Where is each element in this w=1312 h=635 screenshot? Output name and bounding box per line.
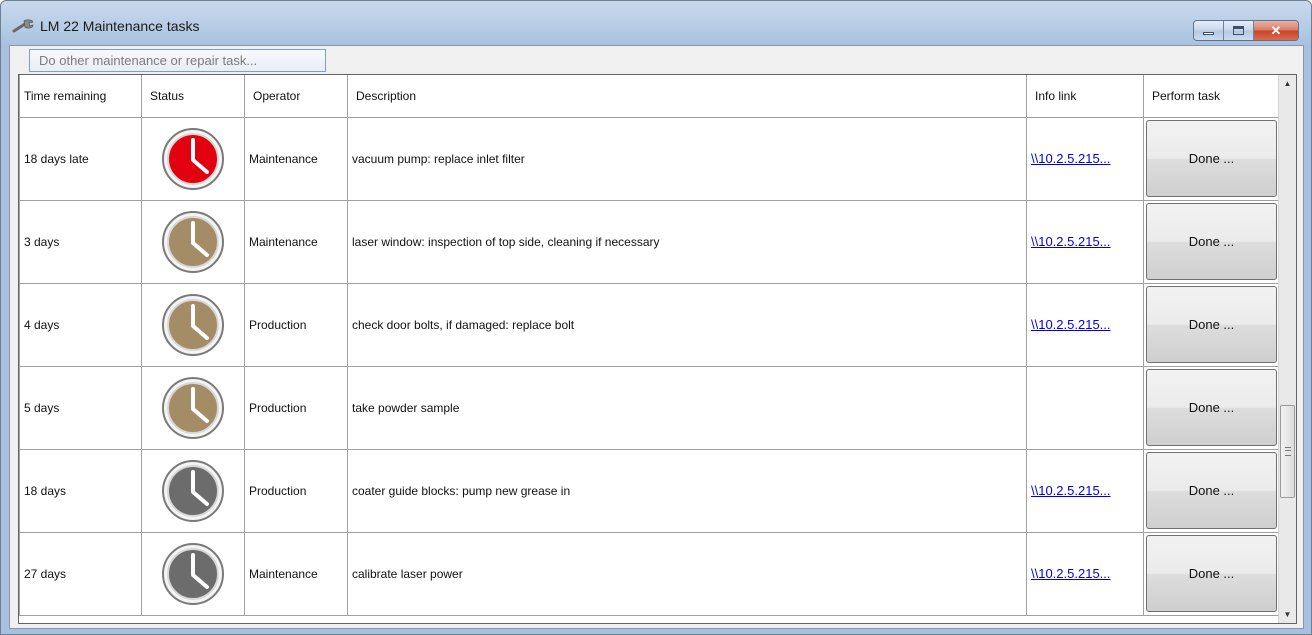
description-cell: take powder sample — [347, 365, 1027, 450]
maximize-icon — [1233, 26, 1244, 35]
other-task-button[interactable]: Do other maintenance or repair task... — [29, 49, 326, 72]
perform-task-cell: Done ... — [1143, 199, 1280, 284]
wrench-icon — [12, 19, 34, 33]
close-icon: ✕ — [1270, 23, 1282, 38]
perform-task-cell: Done ... — [1143, 282, 1280, 367]
info-link[interactable]: \\10.2.5.215... — [1031, 317, 1111, 332]
time-remaining-cell: 5 days — [19, 365, 142, 450]
description-cell: laser window: inspection of top side, cl… — [347, 199, 1027, 284]
table-row[interactable]: 27 days Maintenance calibrate laser power \… — [19, 531, 1280, 616]
minimize-icon — [1203, 32, 1214, 35]
status-cell — [141, 448, 245, 533]
perform-task-cell: Done ... — [1143, 365, 1280, 450]
status-cell — [141, 282, 245, 367]
scroll-up-arrow-icon[interactable]: ▲ — [1279, 75, 1296, 92]
time-remaining-cell: 27 days — [19, 531, 142, 616]
time-remaining-cell: 4 days — [19, 282, 142, 367]
info-link-cell: \\10.2.5.215... — [1026, 448, 1144, 533]
maximize-button[interactable] — [1224, 21, 1254, 40]
done-button[interactable]: Done ... — [1146, 535, 1277, 612]
info-link-cell: \\10.2.5.215... — [1026, 531, 1144, 616]
table-row[interactable]: 18 days late Maintenance vacuum pump: repl… — [19, 116, 1280, 201]
table-row[interactable]: 5 days Production take powder sample Done .… — [19, 365, 1280, 450]
scroll-thumb[interactable] — [1280, 405, 1295, 498]
info-link-cell: \\10.2.5.215... — [1026, 199, 1144, 284]
column-header-perform-task[interactable]: Perform task — [1143, 75, 1280, 118]
status-cell — [141, 531, 245, 616]
clock-icon — [162, 127, 224, 190]
operator-cell: Production — [244, 282, 348, 367]
clock-icon — [162, 210, 224, 273]
operator-cell: Maintenance — [244, 116, 348, 201]
table-row[interactable]: 3 days Maintenance laser window: inspectio… — [19, 199, 1280, 284]
caption-buttons: ✕ — [1193, 20, 1299, 41]
done-button[interactable]: Done ... — [1146, 120, 1277, 197]
info-link[interactable]: \\10.2.5.215... — [1031, 234, 1111, 249]
description-cell: calibrate laser power — [347, 531, 1027, 616]
column-header-time[interactable]: Time remaining — [19, 75, 142, 118]
maintenance-window: LM 22 Maintenance tasks ✕ Do other maint… — [0, 0, 1312, 635]
clock-icon — [162, 542, 224, 605]
operator-cell: Maintenance — [244, 199, 348, 284]
done-button[interactable]: Done ... — [1146, 452, 1277, 529]
table-row[interactable]: 18 days Production coater guide blocks: pu… — [19, 448, 1280, 533]
close-button[interactable]: ✕ — [1254, 21, 1298, 40]
info-link-cell: \\10.2.5.215... — [1026, 282, 1144, 367]
column-header-operator[interactable]: Operator — [244, 75, 348, 118]
time-remaining-cell: 18 days — [19, 448, 142, 533]
status-cell — [141, 365, 245, 450]
description-cell: coater guide blocks: pump new grease in — [347, 448, 1027, 533]
info-link[interactable]: \\10.2.5.215... — [1031, 566, 1111, 581]
header-row: Time remaining Status Operator Descripti… — [19, 75, 1280, 118]
clock-icon — [162, 293, 224, 356]
clock-icon — [162, 459, 224, 522]
time-remaining-cell: 3 days — [19, 199, 142, 284]
description-cell: check door bolts, if damaged: replace bo… — [347, 282, 1027, 367]
done-button[interactable]: Done ... — [1146, 369, 1277, 446]
info-link[interactable]: \\10.2.5.215... — [1031, 483, 1111, 498]
operator-cell: Production — [244, 448, 348, 533]
column-header-status[interactable]: Status — [141, 75, 245, 118]
vertical-scrollbar[interactable]: ▲ ▼ — [1278, 75, 1296, 623]
info-link[interactable]: \\10.2.5.215... — [1031, 151, 1111, 166]
operator-cell: Production — [244, 365, 348, 450]
done-button[interactable]: Done ... — [1146, 286, 1277, 363]
perform-task-cell: Done ... — [1143, 116, 1280, 201]
status-cell — [141, 116, 245, 201]
info-link-cell — [1026, 365, 1144, 450]
done-button[interactable]: Done ... — [1146, 203, 1277, 280]
column-header-info-link[interactable]: Info link — [1026, 75, 1144, 118]
tasks-table: Time remaining Status Operator Descripti… — [19, 75, 1280, 616]
grip-icon — [1285, 447, 1291, 456]
tasks-grid: Time remaining Status Operator Descripti… — [18, 74, 1297, 624]
description-cell: vacuum pump: replace inlet filter — [347, 116, 1027, 201]
clock-icon — [162, 376, 224, 439]
window-title: LM 22 Maintenance tasks — [40, 18, 200, 34]
operator-cell: Maintenance — [244, 531, 348, 616]
client-area: Do other maintenance or repair task... T… — [9, 45, 1304, 629]
status-cell — [141, 199, 245, 284]
table-row[interactable]: 4 days Production check door bolts, if dam… — [19, 282, 1280, 367]
time-remaining-cell: 18 days late — [19, 116, 142, 201]
minimize-button[interactable] — [1194, 21, 1224, 40]
title-bar[interactable]: LM 22 Maintenance tasks ✕ — [1, 1, 1311, 47]
column-header-description[interactable]: Description — [347, 75, 1027, 118]
perform-task-cell: Done ... — [1143, 531, 1280, 616]
perform-task-cell: Done ... — [1143, 448, 1280, 533]
scroll-down-arrow-icon[interactable]: ▼ — [1279, 606, 1296, 623]
info-link-cell: \\10.2.5.215... — [1026, 116, 1144, 201]
